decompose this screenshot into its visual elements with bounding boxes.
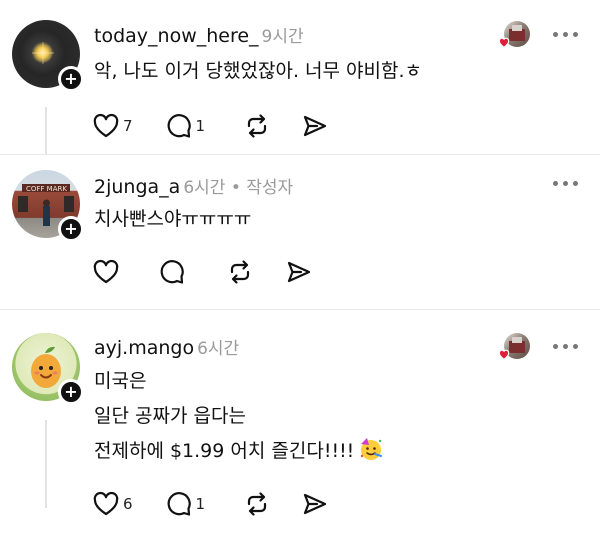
username-text[interactable]: today_now_here_ [94,25,259,47]
comment-icon [160,260,184,284]
follow-plus-icon[interactable]: + [58,379,84,405]
reply-button[interactable] [158,258,189,286]
thread-line [45,420,47,508]
comment-line: 미국은 [94,370,147,392]
share-button[interactable] [301,490,329,518]
action-bar: 7 1 [92,111,329,141]
repost-icon [247,492,267,516]
reply-count: 1 [195,117,206,135]
comment-icon [167,492,191,516]
comment-line: 치사빤스야ㅠㅠㅠㅠ [94,208,252,230]
comment-line: 일단 공짜가 읍다는 [94,405,246,427]
send-icon [287,261,311,283]
comment-text: 악, 나도 이거 당했었잖아. 너무 야비함.ㅎ [94,56,422,87]
share-button[interactable] [285,258,313,286]
like-button[interactable] [92,259,123,285]
heart-icon [93,113,119,138]
reply-button[interactable]: 1 [165,112,206,140]
divider [0,154,600,155]
action-bar: 6 1 [92,489,329,519]
timestamp: 9시간 [261,27,304,47]
like-count: 6 [123,495,133,513]
follow-plus-icon[interactable]: + [58,216,84,242]
heart-icon [498,37,510,48]
repost-button[interactable] [226,258,254,286]
comment-text: 치사빤스야ㅠㅠㅠㅠ [94,204,251,235]
username[interactable]: today_now_here_ 9시간 [94,22,304,47]
repost-button[interactable] [243,112,271,140]
comment-icon [167,114,191,138]
send-icon [303,493,327,515]
like-count: 7 [123,117,133,135]
thread-line [45,107,47,155]
action-bar [92,257,313,287]
comment-text: 미국은 일단 공짜가 읍다는 전제하에 $1.99 어치 즐긴다!!!! [94,366,384,467]
party-face-icon [361,438,383,460]
heart-icon [93,491,119,516]
timestamp: 6시간 [183,178,226,198]
svg-text:COFF MARK: COFF MARK [26,185,67,193]
username-text[interactable]: 2junga_a [94,176,180,198]
heart-icon [498,349,510,360]
timestamp: 6시간 [197,339,240,359]
share-button[interactable] [301,112,329,140]
comment-line: 전제하에 $1.99 어치 즐긴다!!!! [94,440,355,462]
like-button[interactable]: 6 [92,491,133,517]
username[interactable]: 2junga_a 6시간 • 작성자 [94,173,293,198]
username[interactable]: ayj.mango 6시간 [94,334,239,359]
like-button[interactable]: 7 [92,113,133,139]
heart-icon [93,259,119,284]
comment-line: 악, 나도 이거 당했었잖아. 너무 야비함.ㅎ [94,60,422,82]
repost-icon [230,260,250,284]
divider [0,309,600,310]
more-icon[interactable] [553,181,578,186]
reply-count: 1 [195,495,206,513]
author-tag: • 작성자 [225,178,294,198]
repost-button[interactable] [243,490,271,518]
comment-line-with-emoji: 전제하에 $1.99 어치 즐긴다!!!! [94,436,384,467]
send-icon [303,115,327,137]
follow-plus-icon[interactable]: + [58,66,84,92]
more-icon[interactable] [553,32,578,37]
username-text[interactable]: ayj.mango [94,337,194,359]
reply-button[interactable]: 1 [165,490,206,518]
repost-icon [247,114,267,138]
more-icon[interactable] [553,344,578,349]
